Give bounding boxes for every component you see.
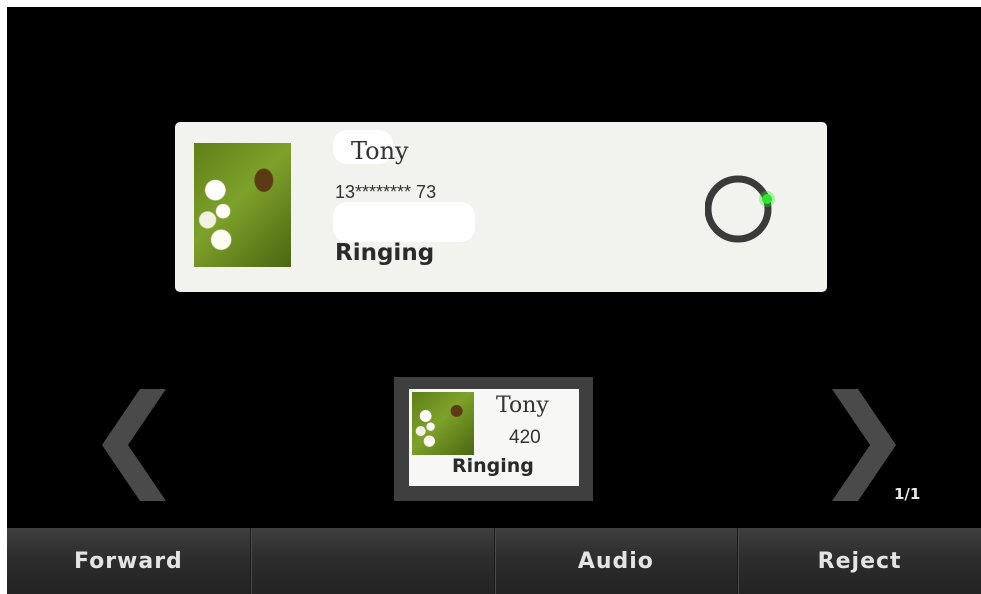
forward-softkey[interactable]: Forward [7, 528, 250, 594]
contact-photo [194, 143, 291, 267]
call-status: Ringing [335, 240, 435, 266]
softkey-bar: Forward Audio Reject [7, 528, 981, 594]
thumbnail-call-status: Ringing [452, 455, 534, 477]
previous-call-arrow-icon[interactable] [102, 389, 166, 501]
ringing-spinner-icon [705, 175, 775, 243]
redaction-mark [333, 202, 475, 242]
contact-photo-small [412, 392, 474, 455]
call-thumbnail-card: Tony 420 Ringing [409, 389, 579, 486]
page-indicator: 1/1 [894, 485, 921, 503]
call-thumbnail[interactable]: Tony 420 Ringing [394, 377, 593, 501]
caller-name: Tony [351, 137, 409, 165]
next-call-arrow-icon[interactable] [832, 389, 896, 501]
incoming-call-card[interactable]: Tony 13******** 73 Ringing [175, 122, 827, 292]
reject-softkey[interactable]: Reject [737, 528, 981, 594]
thumbnail-caller-number: 420 [509, 427, 541, 448]
call-screen: Tony 13******** 73 Ringing Tony 420 Ring… [7, 7, 981, 594]
empty-softkey[interactable] [249, 528, 494, 594]
thumbnail-caller-name: Tony [496, 393, 549, 418]
audio-softkey[interactable]: Audio [493, 528, 738, 594]
caller-number: 13******** 73 [335, 182, 437, 202]
